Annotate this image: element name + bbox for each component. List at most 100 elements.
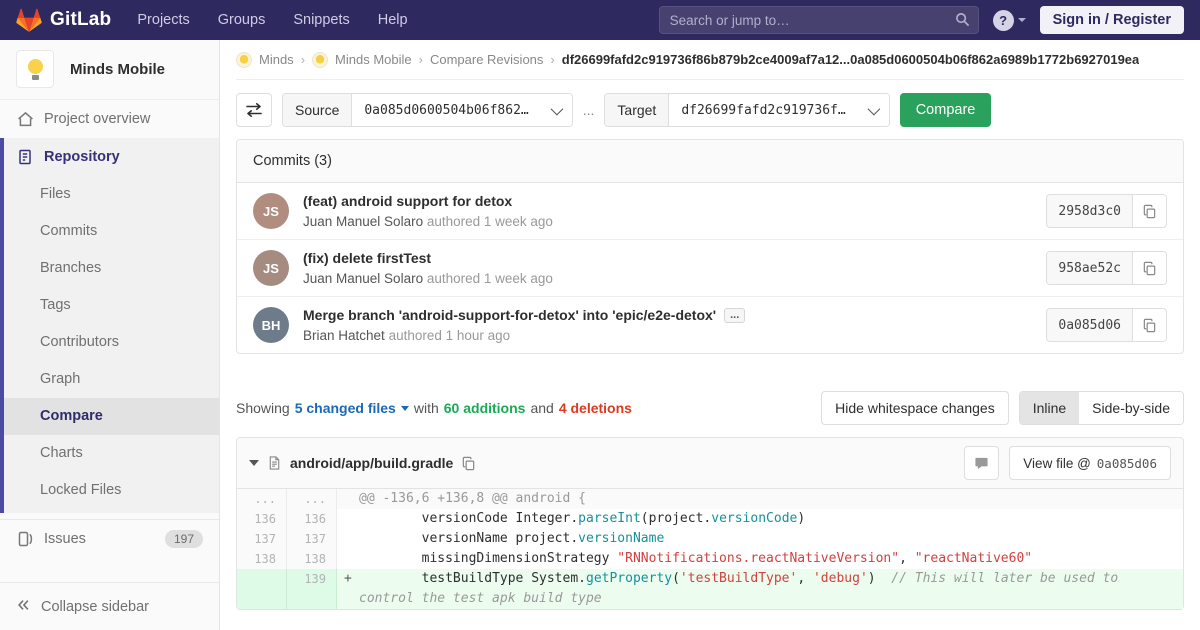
diff-file-header: android/app/build.gradle View file @ 0a0… bbox=[237, 438, 1183, 489]
search-input[interactable] bbox=[658, 6, 979, 34]
copy-sha-button[interactable] bbox=[1133, 309, 1166, 341]
sidebar-item-project-overview[interactable]: Project overview bbox=[0, 100, 219, 138]
search-box bbox=[658, 6, 979, 34]
view-file-button[interactable]: View file @ 0a085d06 bbox=[1009, 446, 1171, 480]
compare-button[interactable]: Compare bbox=[899, 93, 992, 127]
sidebar-item-issues[interactable]: Issues 197 bbox=[0, 519, 219, 557]
document-icon bbox=[16, 149, 34, 165]
compare-form: Source 0a085d0600504b06f862… ... Target … bbox=[236, 93, 1184, 127]
breadcrumb: Minds › Minds Mobile › Compare Revisions… bbox=[236, 40, 1184, 80]
diff-table: ...... @@ -136,6 +136,8 @@ android {136 13… bbox=[237, 489, 1183, 609]
sidebar-item-branches[interactable]: Branches bbox=[4, 250, 219, 287]
gitlab-tanuki-icon bbox=[16, 8, 42, 32]
commit-sha[interactable]: 0a085d06 bbox=[1047, 309, 1133, 341]
sidebar-item-tags[interactable]: Tags bbox=[4, 287, 219, 324]
nav-groups[interactable]: Groups bbox=[218, 12, 266, 28]
inline-view-button[interactable]: Inline bbox=[1019, 392, 1080, 424]
source-ref-dropdown[interactable]: Source 0a085d0600504b06f862… bbox=[282, 93, 573, 127]
commit-description-expander[interactable]: ... bbox=[724, 307, 746, 323]
old-line-number[interactable]: 136 bbox=[237, 509, 287, 529]
file-icon bbox=[269, 456, 280, 470]
source-ref-value: 0a085d0600504b06f862… bbox=[364, 102, 529, 118]
collapse-sidebar-button[interactable]: Collapse sidebar bbox=[0, 582, 219, 630]
new-line-number[interactable]: 137 bbox=[287, 529, 337, 549]
swap-revisions-button[interactable] bbox=[236, 93, 272, 127]
commit-author[interactable]: Juan Manuel Solaro bbox=[303, 214, 423, 229]
help-icon: ? bbox=[992, 9, 1014, 31]
project-context-header[interactable]: Minds Mobile bbox=[0, 40, 219, 100]
nav-projects[interactable]: Projects bbox=[137, 12, 189, 28]
top-navbar: GitLab Projects Groups Snippets Help ? S… bbox=[0, 0, 1200, 40]
collapse-diff-caret-icon[interactable] bbox=[249, 460, 259, 466]
gitlab-wordmark: GitLab bbox=[50, 9, 112, 30]
gitlab-logo[interactable]: GitLab bbox=[16, 8, 111, 33]
source-label: Source bbox=[283, 94, 353, 126]
diff-line-content: + testBuildType System.getProperty('test… bbox=[337, 569, 1183, 609]
target-ref-dropdown[interactable]: Target df26699fafd2c919736f… bbox=[604, 93, 890, 127]
copy-sha-button[interactable] bbox=[1133, 252, 1166, 284]
sidebar-item-locked-files[interactable]: Locked Files bbox=[4, 472, 219, 509]
home-icon bbox=[16, 111, 34, 128]
new-line-number[interactable]: ... bbox=[287, 489, 337, 509]
nav-snippets[interactable]: Snippets bbox=[293, 12, 349, 28]
new-line-number[interactable]: 138 bbox=[287, 549, 337, 569]
project-avatar bbox=[16, 50, 54, 88]
copy-icon bbox=[1143, 318, 1156, 332]
commit-title[interactable]: (fix) delete firstTest bbox=[303, 250, 431, 266]
signin-button[interactable]: Sign in / Register bbox=[1039, 6, 1184, 34]
new-line-number[interactable]: 139 bbox=[287, 569, 337, 609]
breadcrumb-minds-mobile[interactable]: Minds Mobile bbox=[335, 52, 412, 67]
commit-sha[interactable]: 2958d3c0 bbox=[1047, 195, 1133, 227]
sidebar-item-graph[interactable]: Graph bbox=[4, 361, 219, 398]
avatar: JS bbox=[253, 193, 289, 229]
breadcrumb-minds[interactable]: Minds bbox=[259, 52, 294, 67]
copy-icon bbox=[1143, 261, 1156, 275]
search-icon bbox=[955, 13, 969, 27]
old-line-number[interactable]: ... bbox=[237, 489, 287, 509]
avatar: BH bbox=[253, 307, 289, 343]
diff-line: 136 136 versionCode Integer.parseInt(proj… bbox=[237, 509, 1183, 529]
commit-sha[interactable]: 958ae52c bbox=[1047, 252, 1133, 284]
breadcrumb-current-sha: df26699fafd2c919736f86b879b2ce4009af7a12… bbox=[561, 52, 1140, 67]
sidebar-item-contributors[interactable]: Contributors bbox=[4, 324, 219, 361]
commit-author[interactable]: Juan Manuel Solaro bbox=[303, 271, 423, 286]
sidebar-item-compare[interactable]: Compare bbox=[4, 398, 219, 435]
new-line-number[interactable]: 136 bbox=[287, 509, 337, 529]
toggle-comments-button[interactable] bbox=[964, 446, 1000, 480]
commit-title[interactable]: (feat) android support for detox bbox=[303, 193, 512, 209]
diff-line-content: versionCode Integer.parseInt(project.ver… bbox=[359, 511, 806, 526]
sidebar-item-repository[interactable]: Repository bbox=[4, 138, 219, 176]
sidebar-section-repository: Repository Files Commits Branches Tags C… bbox=[0, 138, 219, 513]
old-line-number[interactable]: 138 bbox=[237, 549, 287, 569]
diff-line-content: versionName project.versionName bbox=[359, 531, 665, 546]
old-line-number[interactable] bbox=[237, 569, 287, 609]
sidebar: Minds Mobile Project overview Repository… bbox=[0, 40, 220, 630]
sidebar-item-commits[interactable]: Commits bbox=[4, 213, 219, 250]
diff-line-content: @@ -136,6 +136,8 @@ android { bbox=[337, 489, 1183, 509]
nav-help[interactable]: Help bbox=[378, 12, 408, 28]
side-by-side-view-button[interactable]: Side-by-side bbox=[1079, 392, 1183, 424]
commit-title[interactable]: Merge branch 'android-support-for-detox'… bbox=[303, 307, 716, 323]
commit-meta: authored 1 week ago bbox=[426, 214, 553, 229]
issues-count-badge: 197 bbox=[164, 529, 203, 548]
chevron-down-icon bbox=[1017, 18, 1026, 22]
chevron-down-icon bbox=[867, 102, 880, 115]
copy-file-path-icon[interactable] bbox=[461, 456, 476, 471]
changed-files-dropdown[interactable]: 5 changed files bbox=[295, 400, 409, 416]
issues-icon bbox=[16, 531, 34, 547]
ref-separator: ... bbox=[582, 102, 595, 118]
breadcrumb-compare-revisions[interactable]: Compare Revisions bbox=[430, 52, 543, 67]
group-avatar-icon bbox=[236, 51, 252, 68]
sidebar-item-charts[interactable]: Charts bbox=[4, 435, 219, 472]
hide-whitespace-button[interactable]: Hide whitespace changes bbox=[821, 391, 1009, 425]
old-line-number[interactable]: 137 bbox=[237, 529, 287, 549]
copy-sha-button[interactable] bbox=[1133, 195, 1166, 227]
commit-row: JS (feat) android support for detox Juan… bbox=[237, 183, 1183, 240]
help-dropdown[interactable]: ? bbox=[992, 9, 1026, 31]
diff-file-name[interactable]: android/app/build.gradle bbox=[290, 455, 453, 471]
project-avatar-icon bbox=[312, 51, 329, 68]
sidebar-item-files[interactable]: Files bbox=[4, 176, 219, 213]
commit-author[interactable]: Brian Hatchet bbox=[303, 328, 385, 343]
diff-line: 138 138 missingDimensionStrategy "RNNotif… bbox=[237, 549, 1183, 569]
main-menu: Projects Groups Snippets Help bbox=[137, 12, 407, 28]
